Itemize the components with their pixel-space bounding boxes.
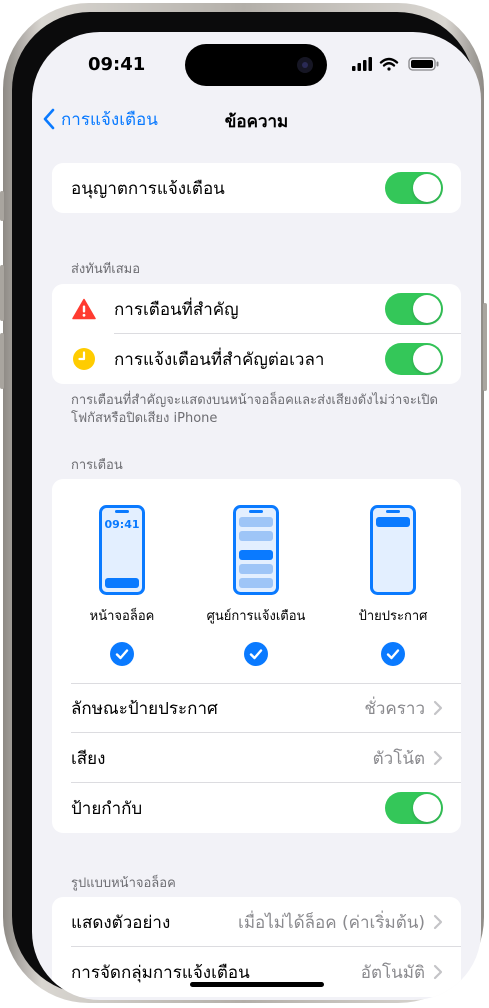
- warning-triangle-icon: [71, 296, 97, 322]
- volume-up-button: [0, 265, 4, 321]
- checkmark-icon: [110, 642, 134, 666]
- side-button: [483, 303, 487, 391]
- notification-center-preview-icon: [233, 505, 279, 595]
- style-option-lock-screen[interactable]: 09:41 หน้าจอล็อค: [82, 505, 162, 666]
- cellular-signal-icon: [352, 57, 372, 71]
- banner-style-value: ชั่วคราว: [364, 698, 425, 719]
- camera-icon: [297, 57, 313, 73]
- critical-alerts-row: การเตือนที่สำคัญ: [52, 284, 461, 334]
- sound-label: เสียง: [71, 748, 106, 769]
- lock-screen-preview-time: 09:41: [104, 518, 139, 531]
- checkmark-icon: [381, 642, 405, 666]
- style-label-lock-screen: หน้าจอล็อค: [89, 609, 155, 624]
- critical-alerts-toggle[interactable]: [385, 293, 443, 325]
- volume-down-button: [0, 333, 4, 389]
- show-previews-row[interactable]: แสดงตัวอย่าง เมื่อไม่ได้ล็อค (ค่าเริ่มต้…: [52, 897, 461, 947]
- critical-alerts-footnote: การเตือนที่สำคัญจะแสดงบนหน้าจอล็อคและส่ง…: [71, 393, 438, 426]
- phone-bezel: 09:41 การแจ้งเตือน ข้อความ อนุญาตการแจ้ง…: [12, 12, 481, 1000]
- banner-style-row[interactable]: ลักษณะป้ายประกาศ ชั่วคราว: [52, 683, 461, 733]
- alerts-group: 09:41 หน้าจอล็อค ศูนย์การแจ้งเตือน ป้ายป…: [52, 479, 461, 833]
- action-button: [0, 191, 4, 221]
- wifi-icon: [379, 57, 399, 71]
- lock-screen-header: รูปแบบหน้าจอล็อค: [71, 876, 176, 891]
- allow-group: อนุญาตการแจ้งเตือน: [52, 163, 461, 213]
- notification-grouping-value: อัตโนมัติ: [360, 962, 425, 983]
- home-indicator[interactable]: [190, 982, 324, 987]
- chevron-right-icon: [433, 914, 443, 930]
- style-option-notification-center[interactable]: ศูนย์การแจ้งเตือน: [201, 505, 311, 666]
- style-label-notification-center: ศูนย์การแจ้งเตือน: [206, 609, 306, 624]
- style-label-banners: ป้ายประกาศ: [358, 609, 428, 624]
- badges-row: ป้ายกำกับ: [52, 783, 461, 833]
- critical-alerts-label: การเตือนที่สำคัญ: [114, 299, 239, 320]
- style-option-banners[interactable]: ป้ายประกาศ: [348, 505, 438, 666]
- allow-notifications-label: อนุญาตการแจ้งเตือน: [71, 178, 225, 199]
- badges-label: ป้ายกำกับ: [71, 798, 143, 819]
- show-previews-value: เมื่อไม่ได้ล็อค (ค่าเริ่มต้น): [238, 912, 425, 933]
- always-deliver-header: ส่งทันทีเสมอ: [71, 262, 141, 277]
- chevron-right-icon: [433, 750, 443, 766]
- show-previews-label: แสดงตัวอย่าง: [71, 912, 171, 933]
- sound-value: ตัวโน้ต: [372, 748, 425, 769]
- battery-icon: [408, 57, 439, 71]
- phone-frame: 09:41 การแจ้งเตือน ข้อความ อนุญาตการแจ้ง…: [0, 3, 487, 1003]
- notification-grouping-row[interactable]: การจัดกลุ่มการแจ้งเตือน อัตโนมัติ: [52, 947, 461, 997]
- status-time: 09:41: [88, 54, 146, 75]
- checkmark-icon: [244, 642, 268, 666]
- clock-icon: [71, 346, 97, 372]
- time-sensitive-toggle[interactable]: [385, 343, 443, 375]
- time-sensitive-label: การแจ้งเตือนที่สำคัญต่อเวลา: [114, 349, 325, 370]
- page-title: ข้อความ: [224, 112, 289, 132]
- banners-preview-icon: [370, 505, 416, 595]
- always-deliver-group: การเตือนที่สำคัญ การแจ้งเตือนที่สำคัญต่อ…: [52, 284, 461, 384]
- sound-row[interactable]: เสียง ตัวโน้ต: [52, 733, 461, 783]
- banner-style-label: ลักษณะป้ายประกาศ: [71, 698, 218, 719]
- chevron-right-icon: [433, 700, 443, 716]
- alerts-header: การเตือน: [71, 458, 123, 473]
- status-icons: [352, 57, 439, 71]
- dynamic-island: [185, 44, 327, 86]
- time-sensitive-row: การแจ้งเตือนที่สำคัญต่อเวลา: [52, 334, 461, 384]
- lock-screen-preview-icon: 09:41: [99, 505, 145, 595]
- divider: [71, 683, 461, 684]
- allow-notifications-toggle[interactable]: [385, 172, 443, 204]
- chevron-right-icon: [433, 964, 443, 980]
- allow-notifications-row: อนุญาตการแจ้งเตือน: [52, 163, 461, 213]
- badges-toggle[interactable]: [385, 792, 443, 824]
- screen: 09:41 การแจ้งเตือน ข้อความ อนุญาตการแจ้ง…: [32, 32, 481, 1000]
